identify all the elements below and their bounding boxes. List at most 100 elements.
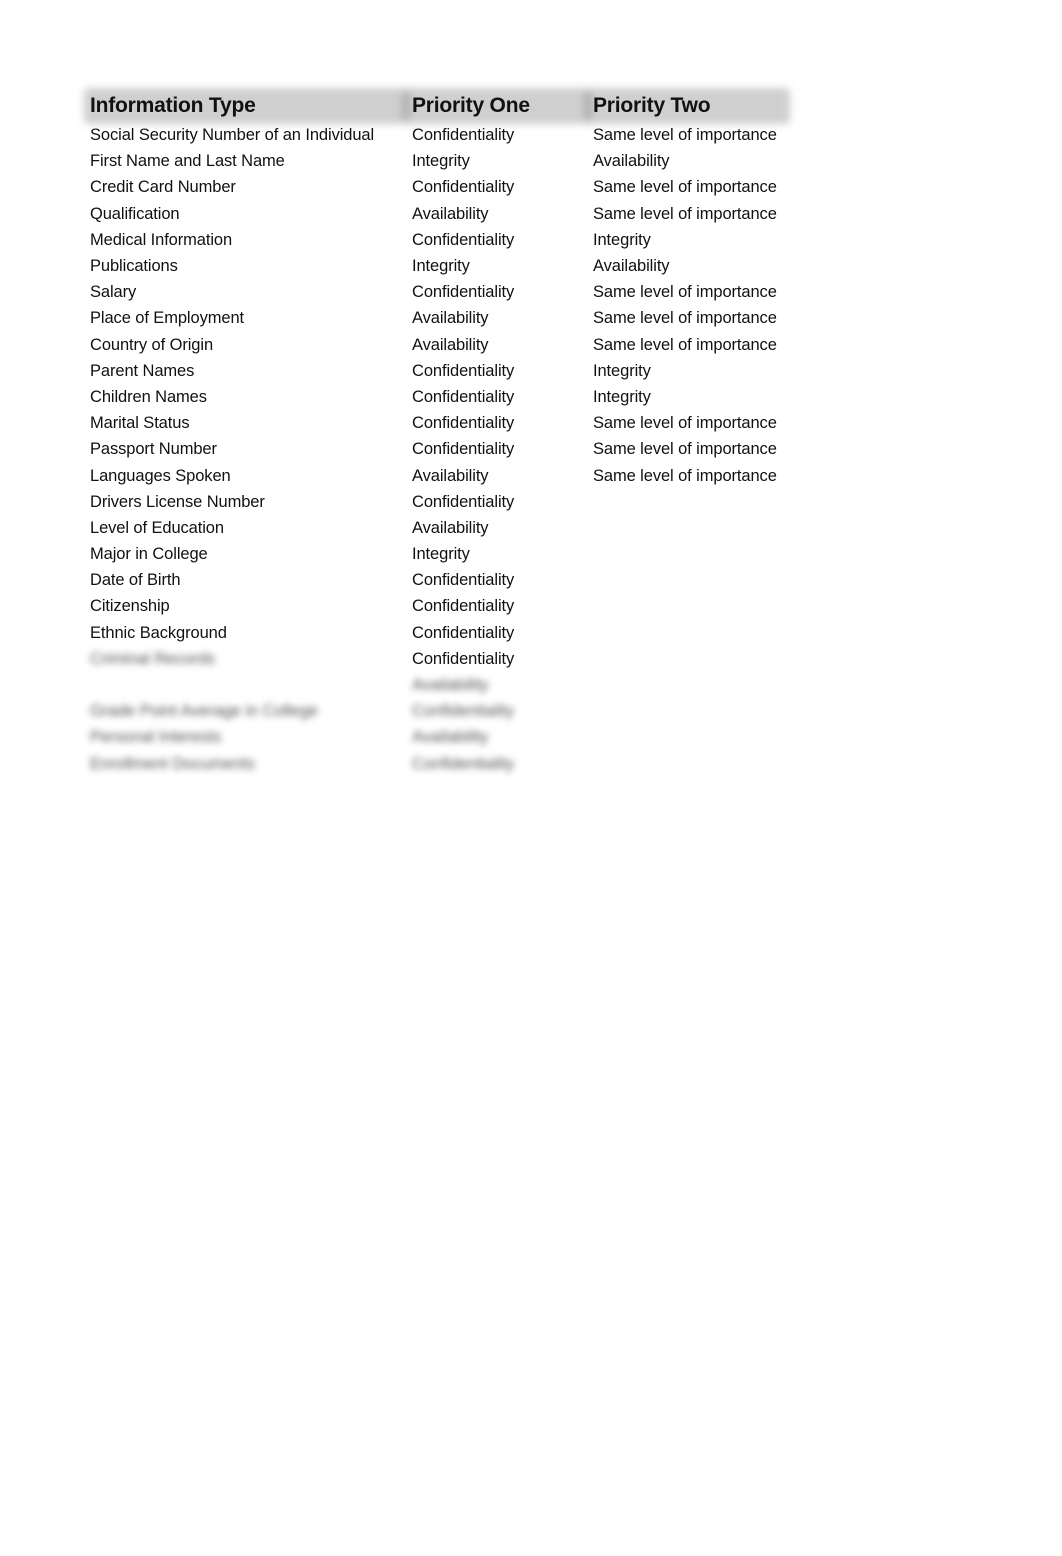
cell-priority-one[interactable]: Confidentiality: [406, 227, 587, 253]
cell-priority-two[interactable]: [587, 489, 797, 515]
table-row: Country of Origin Availability Same level …: [84, 332, 797, 358]
cell-priority-two[interactable]: Integrity: [587, 384, 797, 410]
cell-priority-one[interactable]: Confidentiality: [406, 698, 587, 724]
cell-priority-two[interactable]: Same level of importance: [587, 332, 797, 358]
table-row-redacted: Personal Interests Availability: [84, 724, 797, 750]
cell-priority-one[interactable]: Confidentiality: [406, 122, 587, 148]
cell-information-type[interactable]: Passport Number: [84, 436, 406, 462]
cell-information-type[interactable]: Medical Information: [84, 227, 406, 253]
table-row: Citizenship Confidentiality: [84, 593, 797, 619]
cell-priority-two[interactable]: [587, 620, 797, 646]
cell-priority-two[interactable]: [587, 515, 797, 541]
table-row: Social Security Number of an Individual C…: [84, 122, 797, 148]
table-row: Drivers License Number Confidentiality: [84, 489, 797, 515]
cell-priority-two[interactable]: Same level of importance: [587, 436, 797, 462]
cell-priority-two[interactable]: Integrity: [587, 227, 797, 253]
cell-priority-one[interactable]: Availability: [406, 515, 587, 541]
cell-priority-one[interactable]: Confidentiality: [406, 410, 587, 436]
cell-priority-two[interactable]: Same level of importance: [587, 279, 797, 305]
cell-priority-one[interactable]: Integrity: [406, 541, 587, 567]
cell-information-type[interactable]: Major in College: [84, 541, 406, 567]
cell-priority-one[interactable]: Availability: [406, 672, 587, 698]
cell-priority-one[interactable]: Confidentiality: [406, 174, 587, 200]
cell-priority-two[interactable]: Same level of importance: [587, 305, 797, 331]
cell-priority-two[interactable]: [587, 646, 797, 672]
cell-priority-one[interactable]: Confidentiality: [406, 279, 587, 305]
cell-priority-one[interactable]: Availability: [406, 724, 587, 750]
cell-information-type[interactable]: Citizenship: [84, 593, 406, 619]
cell-information-type[interactable]: Ethnic Background: [84, 620, 406, 646]
cell-information-type[interactable]: Credit Card Number: [84, 174, 406, 200]
cell-priority-one[interactable]: Confidentiality: [406, 646, 587, 672]
cell-priority-one[interactable]: Confidentiality: [406, 358, 587, 384]
cell-priority-one[interactable]: Confidentiality: [406, 489, 587, 515]
cell-information-type[interactable]: Qualification: [84, 201, 406, 227]
cell-priority-two[interactable]: [587, 672, 797, 698]
cell-information-type-redacted[interactable]: Grade Point Average in College: [84, 698, 406, 724]
cell-information-type-redacted[interactable]: Criminal Records: [84, 646, 406, 672]
cell-information-type[interactable]: First Name and Last Name: [84, 148, 406, 174]
cell-priority-two[interactable]: Same level of importance: [587, 462, 797, 488]
cell-information-type[interactable]: Publications: [84, 253, 406, 279]
cell-priority-one[interactable]: Confidentiality: [406, 436, 587, 462]
header-priority-one[interactable]: Priority One: [406, 90, 587, 122]
cell-priority-two[interactable]: [587, 541, 797, 567]
cell-priority-one[interactable]: Confidentiality: [406, 620, 587, 646]
header-information-type[interactable]: Information Type: [84, 90, 406, 122]
table-row-redacted: Availability: [84, 672, 797, 698]
table-row-redacted: Enrollment Documents Confidentiality: [84, 751, 797, 777]
cell-information-type[interactable]: Drivers License Number: [84, 489, 406, 515]
table-row: Place of Employment Availability Same leve…: [84, 305, 797, 331]
cell-information-type-redacted[interactable]: Enrollment Documents: [84, 751, 406, 777]
cell-information-type[interactable]: Country of Origin: [84, 332, 406, 358]
cell-priority-two[interactable]: Same level of importance: [587, 122, 797, 148]
cell-priority-one[interactable]: Confidentiality: [406, 384, 587, 410]
cell-priority-two[interactable]: Same level of importance: [587, 174, 797, 200]
table-row: Marital Status Confidentiality Same level …: [84, 410, 797, 436]
table-row: Salary Confidentiality Same level of impor…: [84, 279, 797, 305]
cell-priority-two[interactable]: Same level of importance: [587, 201, 797, 227]
cell-information-type[interactable]: Parent Names: [84, 358, 406, 384]
priority-table: Information Type Priority One Priority T…: [84, 90, 797, 777]
cell-priority-one[interactable]: Availability: [406, 462, 587, 488]
cell-priority-two[interactable]: [587, 724, 797, 750]
cell-information-type[interactable]: Languages Spoken: [84, 462, 406, 488]
table-row: Languages Spoken Availability Same level o…: [84, 462, 797, 488]
cell-priority-one[interactable]: Integrity: [406, 253, 587, 279]
header-row: Information Type Priority One Priority T…: [84, 90, 797, 122]
table-row: Credit Card Number Confidentiality Same le…: [84, 174, 797, 200]
cell-priority-one[interactable]: Confidentiality: [406, 593, 587, 619]
cell-information-type[interactable]: Level of Education: [84, 515, 406, 541]
cell-priority-two[interactable]: [587, 751, 797, 777]
cell-priority-two[interactable]: [587, 698, 797, 724]
cell-information-type-redacted[interactable]: Personal Interests: [84, 724, 406, 750]
cell-priority-two[interactable]: [587, 567, 797, 593]
cell-priority-one[interactable]: Availability: [406, 305, 587, 331]
cell-information-type[interactable]: Marital Status: [84, 410, 406, 436]
cell-information-type-redacted[interactable]: [84, 672, 406, 698]
cell-priority-one[interactable]: Availability: [406, 201, 587, 227]
table-row: Passport Number Confidentiality Same level…: [84, 436, 797, 462]
table-row: Ethnic Background Confidentiality: [84, 620, 797, 646]
cell-priority-two[interactable]: Same level of importance: [587, 410, 797, 436]
cell-priority-two[interactable]: Availability: [587, 148, 797, 174]
cell-priority-one[interactable]: Confidentiality: [406, 751, 587, 777]
cell-information-type[interactable]: Children Names: [84, 384, 406, 410]
cell-priority-one[interactable]: Confidentiality: [406, 567, 587, 593]
table-row: First Name and Last Name Integrity Availab…: [84, 148, 797, 174]
table-row: Children Names Confidentiality Integrity: [84, 384, 797, 410]
cell-priority-one[interactable]: Integrity: [406, 148, 587, 174]
table-row: Level of Education Availability: [84, 515, 797, 541]
cell-priority-two[interactable]: [587, 593, 797, 619]
cell-priority-one[interactable]: Availability: [406, 332, 587, 358]
cell-priority-two[interactable]: Integrity: [587, 358, 797, 384]
table-row: Parent Names Confidentiality Integrity: [84, 358, 797, 384]
table-row: Qualification Availability Same level of i…: [84, 201, 797, 227]
table-row: Publications Integrity Availability: [84, 253, 797, 279]
cell-information-type[interactable]: Social Security Number of an Individual: [84, 122, 406, 148]
header-priority-two[interactable]: Priority Two: [587, 90, 797, 122]
cell-priority-two[interactable]: Availability: [587, 253, 797, 279]
cell-information-type[interactable]: Salary: [84, 279, 406, 305]
cell-information-type[interactable]: Place of Employment: [84, 305, 406, 331]
cell-information-type[interactable]: Date of Birth: [84, 567, 406, 593]
